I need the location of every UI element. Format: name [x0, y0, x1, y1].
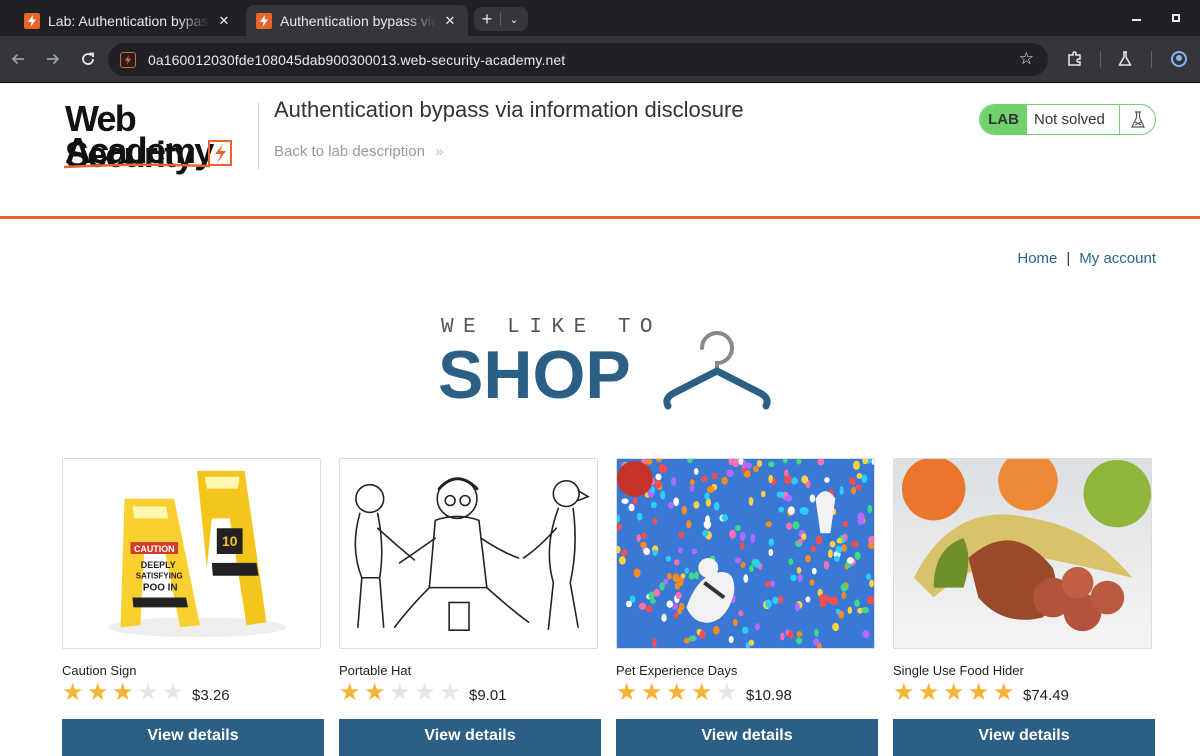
star-filled-icon: ★	[918, 679, 940, 706]
lab-status-text: Not solved	[1027, 105, 1120, 134]
star-filled-icon: ★	[691, 679, 713, 706]
star-filled-icon: ★	[112, 679, 134, 706]
star-empty-icon: ★	[137, 679, 159, 706]
product-name: Portable Hat	[339, 663, 412, 678]
view-details-button[interactable]: View details	[62, 719, 324, 756]
browser-tab-shop[interactable]: Authentication bypass via information di…	[246, 5, 468, 36]
back-arrow-icon[interactable]	[5, 46, 31, 72]
star-filled-icon: ★	[993, 679, 1015, 706]
tab-title: Lab: Authentication bypass via informati…	[48, 12, 210, 29]
back-to-lab-description-link[interactable]: Back to lab description »	[274, 143, 444, 160]
home-link[interactable]: Home	[1017, 250, 1057, 267]
extensions-puzzle-icon[interactable]	[1064, 48, 1086, 70]
browser-tab-bar: Lab: Authentication bypass via informati…	[0, 0, 1200, 36]
view-details-button[interactable]: View details	[616, 719, 878, 756]
product-image-caution-sign[interactable]: 10 CAUTION DEEPLY SATISFYING POO IN	[62, 458, 321, 649]
svg-text:SATISFYING: SATISFYING	[136, 572, 183, 581]
star-empty-icon: ★	[162, 679, 184, 706]
lab-flask-icon	[1120, 105, 1155, 134]
forward-arrow-icon[interactable]	[40, 46, 66, 72]
view-details-button[interactable]: View details	[339, 719, 601, 756]
lab-flask-icon[interactable]	[1114, 48, 1136, 70]
site-info-icon[interactable]	[120, 51, 136, 68]
browser-toolbar: 0a160012030fde108045dab900300013.web-sec…	[0, 36, 1200, 83]
star-filled-icon: ★	[616, 679, 638, 706]
my-account-link[interactable]: My account	[1079, 250, 1156, 267]
top-nav: Home | My account	[1017, 250, 1156, 267]
maximize-window-icon[interactable]	[1156, 0, 1196, 36]
profile-avatar-icon[interactable]	[1168, 48, 1190, 70]
product-image-pet-experience-days[interactable]	[616, 458, 875, 649]
lab-title: Authentication bypass via information di…	[274, 97, 744, 122]
close-tab-icon[interactable]: ✕	[216, 13, 232, 29]
tab-title: Authentication bypass via information di…	[280, 12, 436, 29]
product-rating: ★ ★ ★ ★ ★ $74.49	[893, 681, 1069, 705]
star-empty-icon: ★	[389, 679, 411, 706]
product-image-single-use-food-hider[interactable]	[893, 458, 1152, 649]
star-rating: ★ ★ ★ ★ ★	[893, 681, 1018, 705]
portswigger-favicon-icon	[256, 12, 272, 29]
minimize-window-icon[interactable]	[1116, 0, 1156, 36]
banner-headline: SHOP	[438, 337, 631, 413]
star-rating: ★ ★ ★ ★ ★	[339, 681, 464, 705]
star-filled-icon: ★	[364, 679, 386, 706]
divider	[1151, 51, 1152, 68]
svg-text:10: 10	[222, 533, 238, 549]
star-rating: ★ ★ ★ ★ ★	[62, 681, 187, 705]
star-filled-icon: ★	[87, 679, 109, 706]
new-tab-group: + ⌄	[474, 7, 528, 31]
product-rating: ★ ★ ★ ★ ★ $9.01	[339, 681, 507, 705]
back-link-label: Back to lab description	[274, 143, 425, 160]
star-filled-icon: ★	[641, 679, 663, 706]
star-filled-icon: ★	[893, 679, 915, 706]
lab-badge: LAB	[980, 105, 1027, 134]
star-empty-icon: ★	[716, 679, 738, 706]
star-filled-icon: ★	[62, 679, 84, 706]
portswigger-favicon-icon	[24, 12, 40, 29]
product-image-portable-hat[interactable]	[339, 458, 598, 649]
star-filled-icon: ★	[339, 679, 361, 706]
close-tab-icon[interactable]: ✕	[442, 13, 458, 29]
star-rating: ★ ★ ★ ★ ★	[616, 681, 741, 705]
banner-tagline: WE LIKE TO	[441, 316, 663, 339]
star-filled-icon: ★	[968, 679, 990, 706]
double-chevron-right-icon: »	[435, 143, 444, 160]
product-price: $9.01	[469, 686, 507, 704]
new-tab-icon[interactable]: +	[474, 9, 500, 30]
reload-icon[interactable]	[75, 46, 101, 72]
lab-header: Web Security Academy Authentication bypa…	[0, 83, 1200, 219]
svg-text:CAUTION: CAUTION	[134, 544, 175, 554]
shop-banner: WE LIKE TO SHOP	[438, 316, 783, 416]
product-name: Pet Experience Days	[616, 663, 738, 678]
browser-tab-lab[interactable]: Lab: Authentication bypass via informati…	[14, 5, 242, 36]
bookmark-star-icon[interactable]: ☆	[1019, 49, 1034, 69]
svg-text:POO IN: POO IN	[143, 583, 178, 594]
product-rating: ★ ★ ★ ★ ★ $10.98	[616, 681, 792, 705]
coat-hanger-icon	[663, 331, 771, 410]
product-name: Caution Sign	[62, 663, 137, 678]
product-name: Single Use Food Hider	[893, 663, 1024, 678]
url-text: 0a160012030fde108045dab900300013.web-sec…	[148, 51, 566, 68]
product-price: $74.49	[1023, 686, 1069, 704]
divider	[1100, 51, 1101, 68]
product-rating: ★ ★ ★ ★ ★ $3.26	[62, 681, 230, 705]
divider	[258, 103, 259, 169]
product-price: $3.26	[192, 686, 230, 704]
star-empty-icon: ★	[414, 679, 436, 706]
logo-swoosh-icon	[63, 163, 211, 169]
view-details-button[interactable]: View details	[893, 719, 1155, 756]
nav-separator: |	[1066, 250, 1071, 267]
star-empty-icon: ★	[439, 679, 461, 706]
product-price: $10.98	[746, 686, 792, 704]
address-bar[interactable]: 0a160012030fde108045dab900300013.web-sec…	[108, 43, 1048, 76]
star-filled-icon: ★	[666, 679, 688, 706]
tab-search-chevron-down-icon[interactable]: ⌄	[501, 13, 527, 26]
web-security-academy-logo[interactable]: Web Security Academy	[62, 101, 262, 173]
star-filled-icon: ★	[943, 679, 965, 706]
svg-text:DEEPLY: DEEPLY	[141, 560, 176, 570]
lab-status-widget: LAB Not solved	[979, 104, 1156, 135]
